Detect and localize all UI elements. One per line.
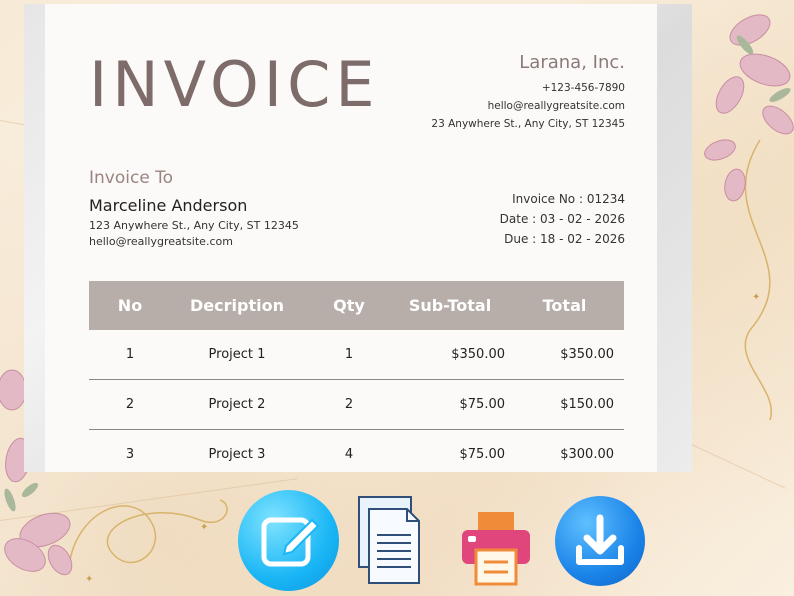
company-email: hello@reallygreatsite.com [487,100,625,112]
cell-total: $350.00 [560,347,614,362]
header-qty: Qty [333,296,365,315]
company-name: Larana, Inc. [519,52,625,73]
cell-description: Project 1 [208,347,266,362]
table-header: No Decription Qty Sub-Total Total [89,281,624,330]
document-icon[interactable] [355,495,425,585]
cell-description: Project 3 [208,447,266,462]
invoice-title: INVOICE [89,48,380,121]
items-table: No Decription Qty Sub-Total Total 1 Proj… [89,281,624,472]
cell-qty: 2 [344,397,354,412]
cell-subtotal: $75.00 [459,447,506,462]
edit-icon[interactable] [238,490,339,591]
bill-to-label: Invoice To [89,168,174,188]
client-email: hello@reallygreatsite.com [89,235,233,248]
cell-qty: 1 [344,347,354,362]
company-phone: +123-456-7890 [541,82,625,94]
svg-text:✦: ✦ [200,522,208,533]
company-address: 23 Anywhere St., Any City, ST 12345 [431,118,625,130]
printer-icon[interactable] [460,510,532,586]
invoice-due: Due : 18 - 02 - 2026 [504,232,625,246]
header-no: No [117,296,143,315]
cell-no: 3 [125,447,135,462]
svg-text:✦: ✦ [752,292,760,303]
cell-total: $300.00 [560,447,614,462]
company-info: Larana, Inc. +123-456-7890 hello@reallyg… [431,52,625,133]
client-address: 123 Anywhere St., Any City, ST 12345 [89,219,299,232]
invoice-date: Date : 03 - 02 - 2026 [499,212,625,226]
invoice-page: INVOICE Larana, Inc. +123-456-7890 hello… [45,4,657,472]
invoice-meta: Invoice No : 01234 Date : 03 - 02 - 2026… [500,189,625,249]
cell-no: 2 [125,397,135,412]
cell-description: Project 2 [208,397,266,412]
cell-qty: 4 [344,447,354,462]
flower-decoration-right: ✦ [704,14,794,420]
svg-text:✦: ✦ [85,574,93,585]
table-row: 3 Project 3 4 $75.00 $300.00 [89,429,624,472]
cell-subtotal: $350.00 [451,347,505,362]
download-icon[interactable] [555,496,645,586]
table-row: 2 Project 2 2 $75.00 $150.00 [89,379,624,429]
client-name: Marceline Anderson [89,196,248,215]
header-total: Total [542,296,587,315]
cell-subtotal: $75.00 [459,397,506,412]
cell-total: $150.00 [560,397,614,412]
table-row: 1 Project 1 1 $350.00 $350.00 [89,330,624,379]
cell-no: 1 [125,347,135,362]
header-subtotal: Sub-Total [408,296,492,315]
header-description: Decription [190,296,284,315]
invoice-number: Invoice No : 01234 [512,192,625,206]
bill-to: Invoice To Marceline Anderson 123 Anywhe… [89,168,299,250]
